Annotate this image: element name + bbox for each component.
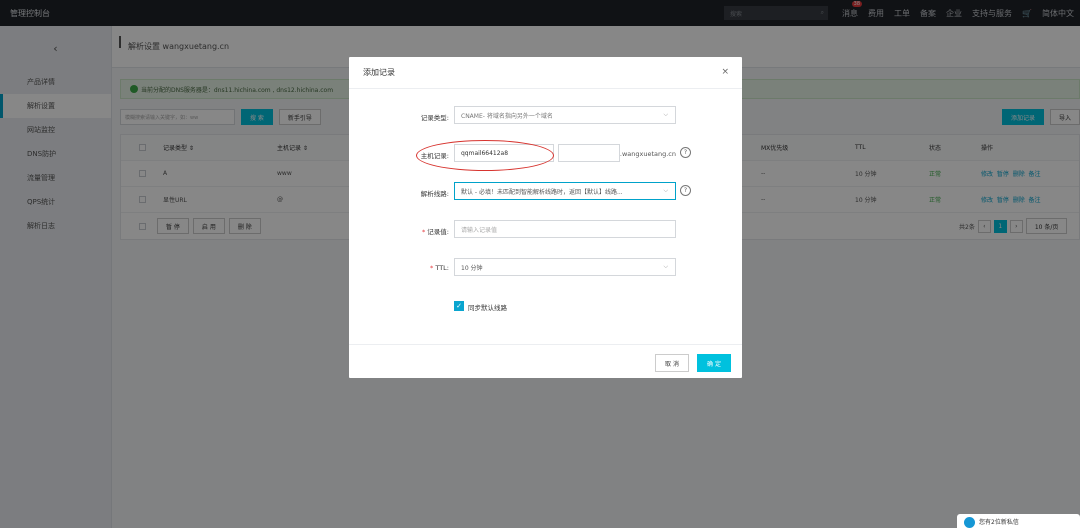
close-icon[interactable]: × xyxy=(721,67,729,77)
chevron-down-icon: ⌵ xyxy=(663,111,668,118)
line-label: 解析线路: xyxy=(420,190,449,198)
ttl-select[interactable]: 10 分钟 ⌵ xyxy=(454,258,676,276)
line-select[interactable]: 默认 - 必填！未匹配到智能解析线路时，返回【默认】线路... ⌵ xyxy=(454,182,676,200)
message-popup[interactable]: 您有2位新私信 xyxy=(957,514,1080,528)
sync-default-label: 同步默认线路 xyxy=(468,304,507,312)
cancel-button[interactable]: 取 消 xyxy=(655,354,689,372)
chevron-down-icon: ⌵ xyxy=(663,187,668,194)
dialog-title: 添加记录 xyxy=(349,57,742,89)
chat-icon xyxy=(964,517,975,528)
record-type-select[interactable]: CNAME- 将域名指向另外一个域名 ⌵ xyxy=(454,106,676,124)
record-value-label: * 记录值: xyxy=(421,228,449,236)
domain-suffix: .wangxuetang.cn xyxy=(619,150,676,158)
dialog-footer: 取 消 确 定 xyxy=(349,344,742,378)
ttl-label: * TTL: xyxy=(430,264,449,272)
highlight-circle xyxy=(416,140,554,171)
record-value-input[interactable]: 请输入记录值 xyxy=(454,220,676,238)
add-record-dialog: 添加记录 × 记录类型: CNAME- 将域名指向另外一个域名 ⌵ 主机记录: q… xyxy=(349,57,742,378)
chevron-down-icon: ⌵ xyxy=(663,263,668,270)
sync-default-checkbox[interactable]: ✓ xyxy=(454,301,464,311)
record-type-label: 记录类型: xyxy=(420,114,449,122)
confirm-button[interactable]: 确 定 xyxy=(697,354,731,372)
question-icon[interactable]: ? xyxy=(680,147,691,158)
question-icon[interactable]: ? xyxy=(680,185,691,196)
